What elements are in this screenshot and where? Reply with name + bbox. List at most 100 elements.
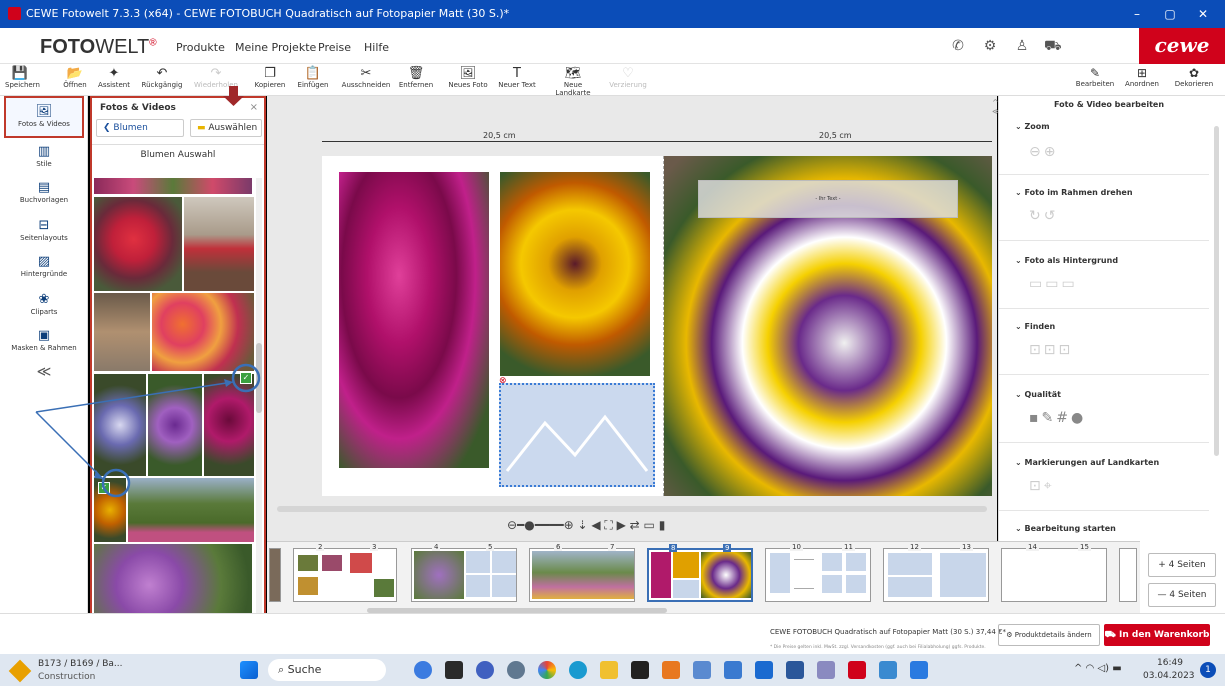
cart-icon[interactable]: ⛟ (1044, 38, 1062, 54)
section-finden[interactable]: ⌄ Finden (1015, 322, 1055, 331)
maximize-button[interactable]: ▢ (1155, 4, 1185, 24)
new-map-button[interactable]: 🗺 Neue Landkarte (546, 66, 600, 97)
close-button[interactable]: ✕ (1188, 4, 1218, 24)
app-icon[interactable] (631, 661, 649, 679)
undo-button[interactable]: ↶ Rückgängig (140, 66, 184, 89)
menu-preise[interactable]: Preise (318, 41, 351, 54)
remove-pages-button[interactable]: — 4 Seiten (1148, 583, 1216, 607)
nav-cliparts[interactable]: ❀ Cliparts (4, 292, 84, 316)
minimize-button[interactable]: – (1122, 4, 1152, 24)
right-scrollbar[interactable] (1214, 126, 1219, 456)
redo-button[interactable]: ↷ Wiederholen (194, 66, 238, 89)
photo-thumbnail[interactable] (184, 197, 254, 291)
nav-masken-rahmen[interactable]: ▣ Masken & Rahmen (4, 328, 84, 352)
spread-4-5[interactable]: 45 (411, 543, 517, 602)
settings-gear-icon[interactable]: ⚙ (982, 38, 998, 54)
tab-dekorieren[interactable]: ✿ Dekorieren (1172, 66, 1216, 88)
app-icon[interactable] (724, 661, 742, 679)
zoom-icons[interactable]: ⊖⊕ (1029, 144, 1058, 160)
app-icon[interactable] (414, 661, 432, 679)
select-button[interactable]: ▬ Auswählen (190, 119, 262, 137)
cut-button[interactable]: ✂ Ausschneiden (340, 66, 392, 89)
app-icon[interactable] (910, 661, 928, 679)
product-details-button[interactable]: ⚙ Produktdetails ändern (998, 624, 1100, 646)
settings-icon[interactable] (507, 661, 525, 679)
photo-thumbnail[interactable] (152, 293, 254, 371)
spread-14-15[interactable]: 14 15 (1001, 543, 1107, 602)
app-icon[interactable] (476, 661, 494, 679)
save-button[interactable]: 💾 Speichern (5, 66, 40, 89)
decoration-button[interactable]: ♡ Verzierung (608, 66, 648, 89)
tab-bearbeiten[interactable]: ✎ Bearbeiten (1075, 66, 1115, 88)
panel-scrollbar[interactable] (256, 178, 262, 626)
page-right[interactable]: - Ihr Text - (664, 156, 992, 496)
tab-anordnen[interactable]: ⊞ Anordnen (1124, 66, 1160, 88)
phone-icon[interactable]: ✆ (950, 38, 966, 54)
section-rotate[interactable]: ⌄ Foto im Rahmen drehen (1015, 188, 1133, 197)
chrome-icon[interactable] (538, 661, 556, 679)
section-zoom[interactable]: ⌄ Zoom (1015, 122, 1050, 131)
copy-button[interactable]: ❐ Kopieren (254, 66, 286, 89)
delete-button[interactable]: 🗑 Entfernen (398, 66, 434, 89)
weather-line2[interactable]: Construction (38, 672, 95, 682)
menu-hilfe[interactable]: Hilfe (364, 41, 389, 54)
windows-start-icon[interactable] (240, 661, 258, 679)
taskbar-search[interactable]: ⌕ Suche (268, 659, 386, 681)
photo-pansy-magenta[interactable] (339, 172, 489, 468)
zoom-navigation[interactable]: ⊖━●━━━━⊕ ⇣ ◀ ⛶ ▶ ⇄ ▭ ▮ (507, 518, 665, 533)
spread-2-3[interactable]: 23 (293, 543, 397, 602)
checkmark-icon[interactable]: ✓ (240, 372, 252, 384)
assistant-button[interactable]: ✦ Assistent (96, 66, 132, 89)
notification-badge[interactable]: 1 (1200, 662, 1216, 678)
clock-date[interactable]: 03.04.2023 (1143, 671, 1195, 681)
remove-frame-icon[interactable]: ⊗ (499, 376, 507, 386)
section-start-editing[interactable]: ⌄ Bearbeitung starten (1015, 524, 1116, 533)
photo-thumbnail[interactable] (94, 374, 146, 476)
cewe-taskbar-icon[interactable] (848, 661, 866, 679)
workarea-scrollbar[interactable] (277, 506, 987, 512)
app-icon[interactable] (693, 661, 711, 679)
empty-photo-placeholder[interactable] (499, 383, 655, 487)
spread-10-11[interactable]: 10 11 (765, 543, 871, 602)
explorer-icon[interactable] (600, 661, 618, 679)
panel-close-icon[interactable]: × (250, 102, 258, 113)
user-icon[interactable]: ♙ (1014, 38, 1030, 54)
menu-meine-projekte[interactable]: Meine Projekte (235, 41, 316, 54)
weather-line1[interactable]: B173 / B169 / Ba... (38, 659, 123, 669)
nav-buchvorlagen[interactable]: ▤ Buchvorlagen (4, 180, 84, 204)
spread-6-7[interactable]: 67 (529, 543, 635, 602)
back-blumen-button[interactable]: ❮ Blumen (96, 119, 184, 137)
new-photo-button[interactable]: 🖼 Neues Foto (447, 66, 489, 89)
photo-pansy-yellow[interactable] (500, 172, 650, 376)
collapse-nav-button[interactable]: ≪ (4, 364, 84, 380)
checkmark-icon[interactable]: ✓ (98, 482, 110, 494)
clock-time[interactable]: 16:49 (1157, 658, 1183, 668)
system-tray[interactable]: ^ ◠ ◁) ▬ (1074, 663, 1122, 674)
app-icon[interactable] (817, 661, 835, 679)
word-icon[interactable] (786, 661, 804, 679)
nav-stile[interactable]: ▥ Stile (4, 144, 84, 168)
photo-thumbnail[interactable] (94, 197, 182, 291)
marker-icons[interactable]: ⊡⌖ (1029, 478, 1055, 494)
photo-thumbnail[interactable] (204, 374, 254, 476)
photo-thumbnail[interactable] (94, 293, 150, 371)
open-button[interactable]: 📂 Öffnen (60, 66, 90, 89)
nav-seitenlayouts[interactable]: ⊟ Seitenlayouts (4, 218, 84, 242)
add-to-cart-button[interactable]: ⛟ In den Warenkorb (1104, 624, 1210, 646)
text-box[interactable]: - Ihr Text - (698, 180, 958, 218)
new-text-button[interactable]: T Neuer Text (498, 66, 536, 89)
app-icon[interactable] (662, 661, 680, 679)
paste-button[interactable]: 📋 Einfügen (296, 66, 330, 89)
fotowelt-logo[interactable]: FOTOWELT® (40, 36, 157, 59)
find-icons[interactable]: ⊡⊡⊡ (1029, 342, 1073, 358)
photo-thumbnail[interactable] (94, 178, 252, 194)
section-markers[interactable]: ⌄ Markierungen auf Landkarten (1015, 458, 1159, 467)
add-pages-button[interactable]: + 4 Seiten (1148, 553, 1216, 577)
photo-thumbnail[interactable] (148, 374, 202, 476)
quality-icons[interactable]: ▪✎#● (1029, 410, 1086, 426)
app-icon[interactable] (445, 661, 463, 679)
spread-8-9-active[interactable]: 89 (647, 544, 753, 602)
outlook-icon[interactable] (755, 661, 773, 679)
section-quality[interactable]: ⌄ Qualität (1015, 390, 1061, 399)
edge-icon[interactable] (569, 661, 587, 679)
